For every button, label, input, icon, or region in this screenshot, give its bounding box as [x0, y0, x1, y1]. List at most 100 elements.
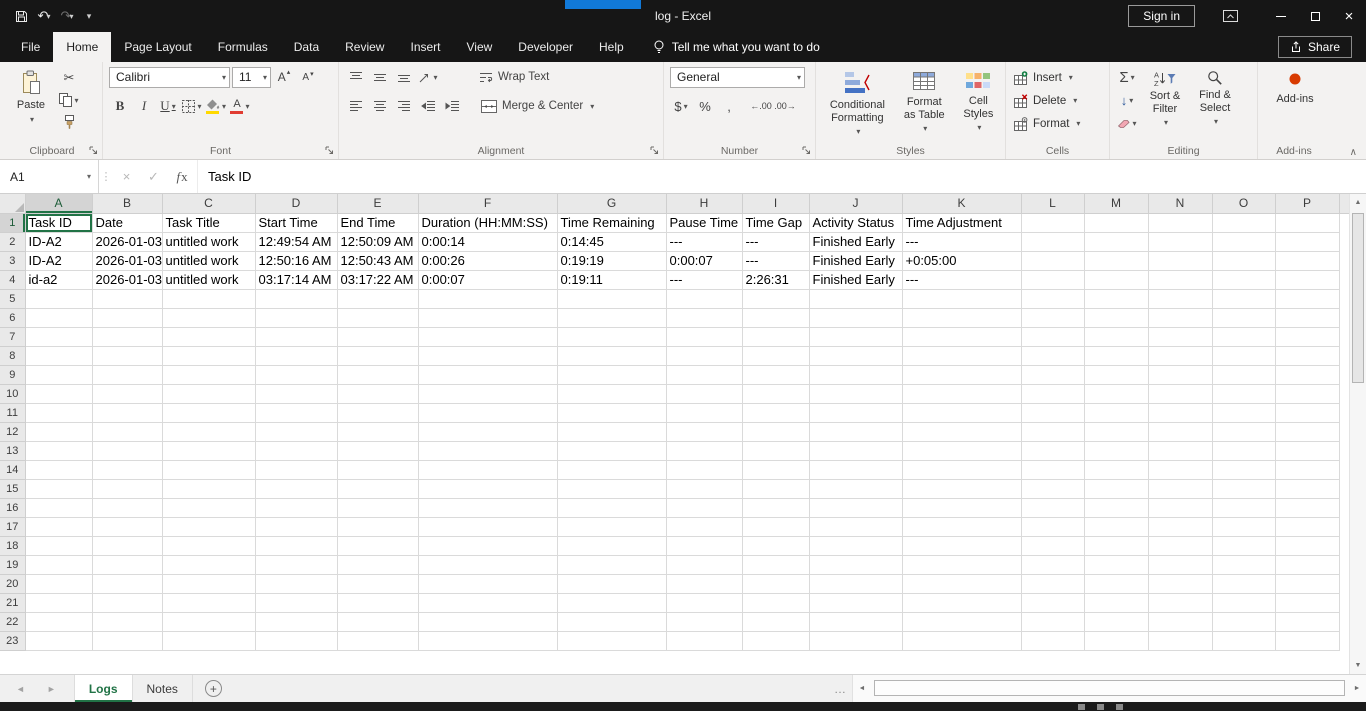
cell-B20[interactable]	[92, 574, 163, 594]
cell-F11[interactable]	[418, 403, 558, 423]
cell-M5[interactable]	[1084, 289, 1149, 309]
cell-E21[interactable]	[337, 593, 419, 613]
cell-L15[interactable]	[1021, 479, 1085, 499]
cell-J10[interactable]	[809, 384, 903, 404]
cell-A14[interactable]	[25, 460, 93, 480]
cell-D20[interactable]	[255, 574, 338, 594]
column-header-K[interactable]: K	[902, 194, 1022, 214]
paste-button[interactable]: Paste ▾	[8, 66, 54, 142]
row-header-18[interactable]: 18	[0, 536, 26, 556]
column-header-H[interactable]: H	[666, 194, 743, 214]
cell-A5[interactable]	[25, 289, 93, 309]
borders-button[interactable]: ▾	[181, 96, 203, 116]
cell-I1[interactable]: Time Gap	[742, 213, 810, 233]
cell-N16[interactable]	[1148, 498, 1213, 518]
cell-N23[interactable]	[1148, 631, 1213, 651]
cell-B12[interactable]	[92, 422, 163, 442]
vertical-scrollbar[interactable]: ▲ ▼	[1349, 194, 1366, 674]
cell-C11[interactable]	[162, 403, 256, 423]
cell-L12[interactable]	[1021, 422, 1085, 442]
cell-B5[interactable]	[92, 289, 163, 309]
cell-K13[interactable]	[902, 441, 1022, 461]
cell-N14[interactable]	[1148, 460, 1213, 480]
cell-I19[interactable]	[742, 555, 810, 575]
cell-E20[interactable]	[337, 574, 419, 594]
cell-D8[interactable]	[255, 346, 338, 366]
cell-M10[interactable]	[1084, 384, 1149, 404]
cell-N22[interactable]	[1148, 612, 1213, 632]
italic-button[interactable]: I	[133, 96, 155, 116]
minimize-button[interactable]	[1264, 0, 1298, 32]
cell-C17[interactable]	[162, 517, 256, 537]
cell-B9[interactable]	[92, 365, 163, 385]
cell-K7[interactable]	[902, 327, 1022, 347]
cell-A21[interactable]	[25, 593, 93, 613]
cell-G2[interactable]: 0:14:45	[557, 232, 667, 252]
cell-B21[interactable]	[92, 593, 163, 613]
insert-cells-button[interactable]: Insert ▾	[1012, 67, 1105, 88]
row-header-4[interactable]: 4	[0, 270, 26, 290]
column-header-L[interactable]: L	[1021, 194, 1085, 214]
close-button[interactable]: ×	[1332, 0, 1366, 32]
cell-E13[interactable]	[337, 441, 419, 461]
cell-K15[interactable]	[902, 479, 1022, 499]
percent-style-button[interactable]: %	[694, 96, 716, 116]
cell-P18[interactable]	[1275, 536, 1340, 556]
cell-K1[interactable]: Time Adjustment	[902, 213, 1022, 233]
cell-E5[interactable]	[337, 289, 419, 309]
cell-C19[interactable]	[162, 555, 256, 575]
cell-K2[interactable]: ---	[902, 232, 1022, 252]
row-header-9[interactable]: 9	[0, 365, 26, 385]
cell-H16[interactable]	[666, 498, 743, 518]
cell-E16[interactable]	[337, 498, 419, 518]
cell-P16[interactable]	[1275, 498, 1340, 518]
cell-N17[interactable]	[1148, 517, 1213, 537]
cell-K4[interactable]: ---	[902, 270, 1022, 290]
cell-O10[interactable]	[1212, 384, 1276, 404]
cell-M7[interactable]	[1084, 327, 1149, 347]
cell-H23[interactable]	[666, 631, 743, 651]
cell-J12[interactable]	[809, 422, 903, 442]
row-header-16[interactable]: 16	[0, 498, 26, 518]
cell-E9[interactable]	[337, 365, 419, 385]
ribbon-tab-review[interactable]: Review	[332, 32, 397, 62]
cell-G22[interactable]	[557, 612, 667, 632]
cell-A18[interactable]	[25, 536, 93, 556]
maximize-button[interactable]	[1298, 0, 1332, 32]
ribbon-tab-file[interactable]: File	[8, 32, 53, 62]
ribbon-tab-help[interactable]: Help	[586, 32, 637, 62]
cell-P14[interactable]	[1275, 460, 1340, 480]
cell-M15[interactable]	[1084, 479, 1149, 499]
ribbon-tab-page-layout[interactable]: Page Layout	[111, 32, 204, 62]
comma-style-button[interactable]: ,	[718, 96, 740, 116]
number-dialog-launcher[interactable]	[801, 145, 812, 156]
cell-P23[interactable]	[1275, 631, 1340, 651]
cell-L10[interactable]	[1021, 384, 1085, 404]
scroll-left-button[interactable]: ◄	[854, 675, 870, 702]
cell-H18[interactable]	[666, 536, 743, 556]
cell-I10[interactable]	[742, 384, 810, 404]
cell-L20[interactable]	[1021, 574, 1085, 594]
column-header-F[interactable]: F	[418, 194, 558, 214]
cell-G21[interactable]	[557, 593, 667, 613]
cell-C22[interactable]	[162, 612, 256, 632]
cell-F5[interactable]	[418, 289, 558, 309]
cell-F20[interactable]	[418, 574, 558, 594]
cell-A22[interactable]	[25, 612, 93, 632]
cell-G6[interactable]	[557, 308, 667, 328]
cell-A10[interactable]	[25, 384, 93, 404]
alignment-dialog-launcher[interactable]	[649, 145, 660, 156]
cell-H10[interactable]	[666, 384, 743, 404]
cell-E12[interactable]	[337, 422, 419, 442]
cell-L1[interactable]	[1021, 213, 1085, 233]
column-header-N[interactable]: N	[1148, 194, 1213, 214]
cell-M13[interactable]	[1084, 441, 1149, 461]
cell-F19[interactable]	[418, 555, 558, 575]
cell-L5[interactable]	[1021, 289, 1085, 309]
ribbon-tab-view[interactable]: View	[454, 32, 506, 62]
cell-K8[interactable]	[902, 346, 1022, 366]
cell-L13[interactable]	[1021, 441, 1085, 461]
cell-N2[interactable]	[1148, 232, 1213, 252]
save-button[interactable]	[10, 4, 32, 28]
cell-F18[interactable]	[418, 536, 558, 556]
